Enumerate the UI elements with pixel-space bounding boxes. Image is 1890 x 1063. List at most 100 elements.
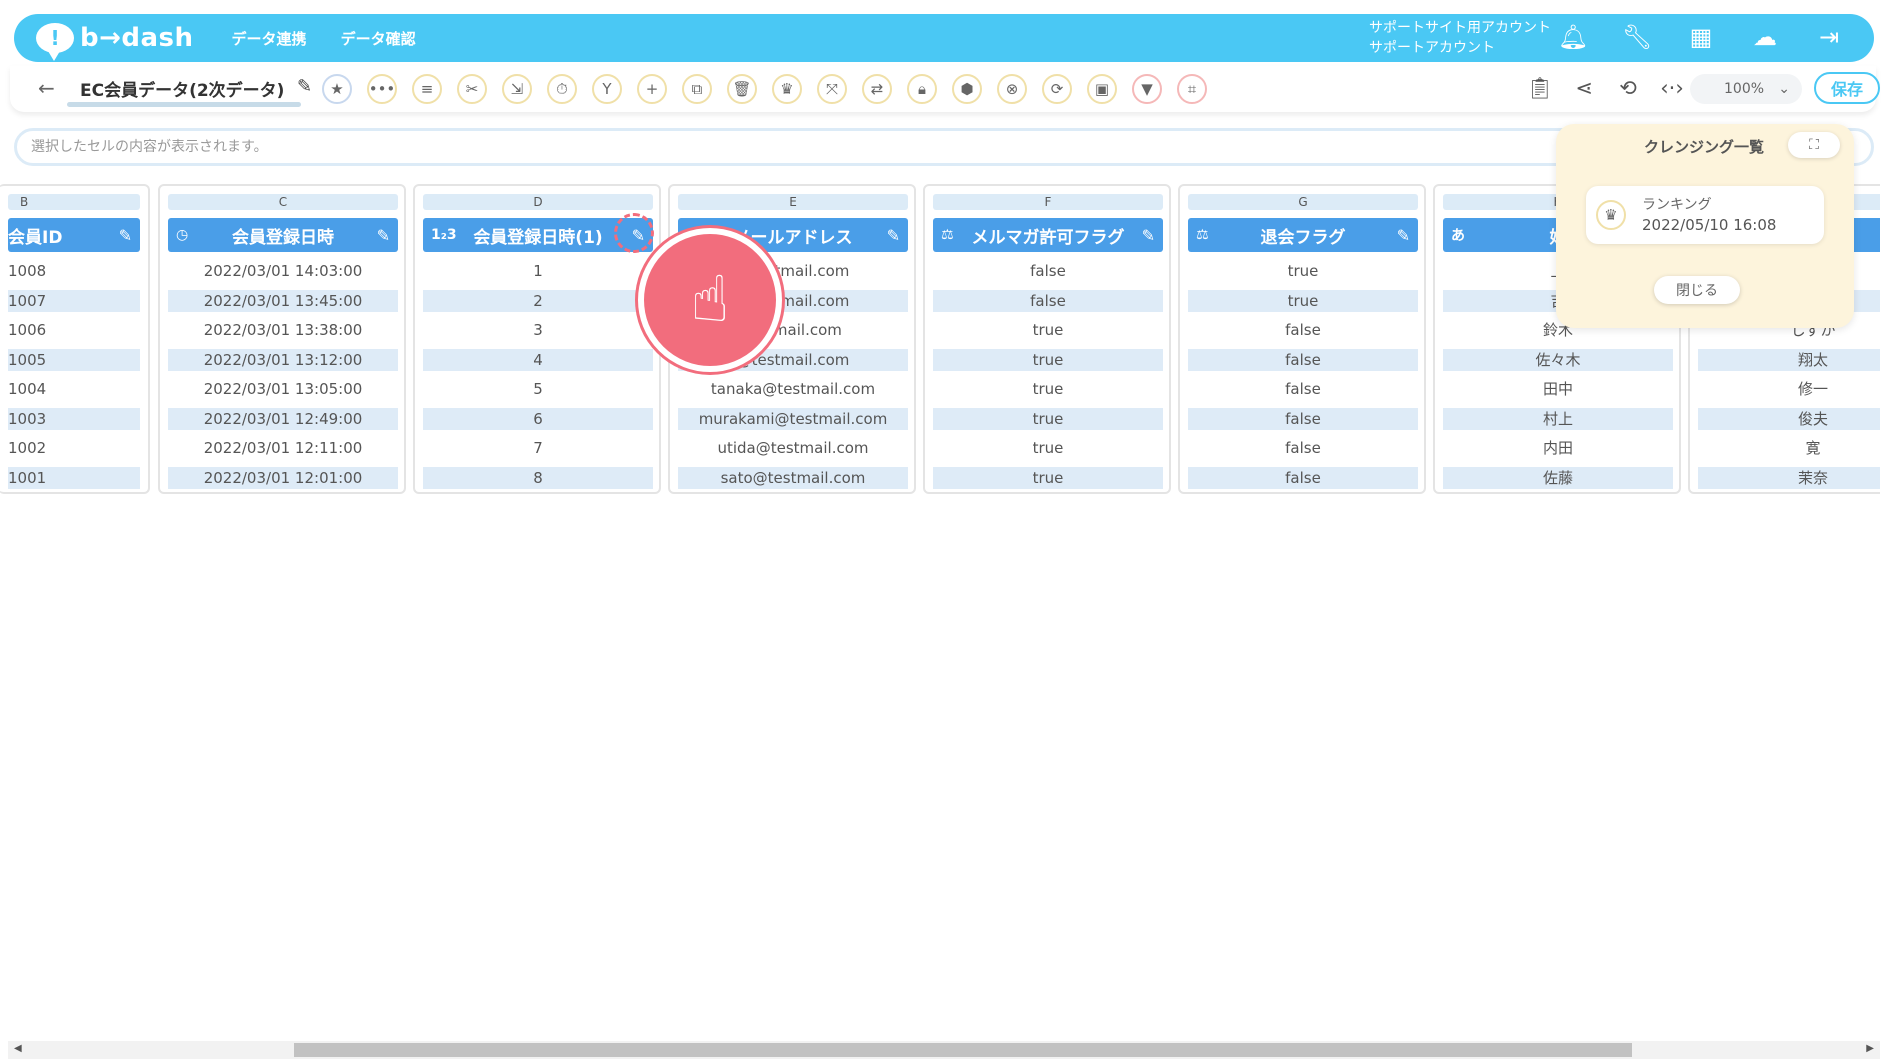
- table-cell[interactable]: 1001: [8, 467, 140, 489]
- table-cell[interactable]: 2022/03/01 13:12:00: [168, 349, 398, 371]
- box-icon[interactable]: ⬢: [952, 74, 982, 104]
- table-cell[interactable]: 翔太: [1698, 349, 1880, 371]
- table-cell[interactable]: 2022/03/01 13:38:00: [168, 319, 398, 341]
- table-cell[interactable]: 2022/03/01 14:03:00: [168, 260, 398, 282]
- refresh-icon[interactable]: ⟲: [1614, 74, 1642, 102]
- save-button[interactable]: 保存: [1814, 72, 1880, 104]
- table-cell[interactable]: 修一: [1698, 378, 1880, 400]
- cell-content-input[interactable]: [31, 137, 1531, 157]
- table-cell[interactable]: 1003: [8, 408, 140, 430]
- table-cell[interactable]: 茉奈: [1698, 467, 1880, 489]
- table-cell[interactable]: false: [1188, 319, 1418, 341]
- timer-icon[interactable]: ⏱: [547, 74, 577, 104]
- star-icon[interactable]: ★: [322, 74, 352, 104]
- plus-icon[interactable]: +: [637, 74, 667, 104]
- expand-icon[interactable]: ⤧: [817, 74, 847, 104]
- table-cell[interactable]: tanaka@testmail.com: [678, 378, 908, 400]
- table-cell[interactable]: 内田: [1443, 437, 1673, 459]
- pencil-icon[interactable]: ✎: [887, 226, 900, 245]
- column-header[interactable]: ◷ 会員登録日時 ✎: [168, 218, 398, 252]
- table-cell[interactable]: true: [933, 437, 1163, 459]
- table-cell[interactable]: 5: [423, 378, 653, 400]
- table-cell[interactable]: 2022/03/01 12:49:00: [168, 408, 398, 430]
- table-cell[interactable]: 1002: [8, 437, 140, 459]
- table-cell[interactable]: 1: [423, 260, 653, 282]
- table-cell[interactable]: 6: [423, 408, 653, 430]
- table-cell[interactable]: true: [933, 408, 1163, 430]
- table-cell[interactable]: 1006: [8, 319, 140, 341]
- share-icon[interactable]: ⋖: [1570, 74, 1598, 102]
- dictionary-icon[interactable]: ⌗: [1177, 74, 1207, 104]
- table-cell[interactable]: 1007: [8, 290, 140, 312]
- table-cell[interactable]: 佐々木: [1443, 349, 1673, 371]
- table-cell[interactable]: false: [933, 260, 1163, 282]
- list-icon[interactable]: ≡: [412, 74, 442, 104]
- table-cell[interactable]: true: [933, 378, 1163, 400]
- column-header[interactable]: ⚖ 退会フラグ ✎: [1188, 218, 1418, 252]
- trash-icon[interactable]: 🗑︎: [727, 74, 757, 104]
- table-cell[interactable]: true: [933, 467, 1163, 489]
- column-header[interactable]: 会員ID ✎: [8, 218, 140, 252]
- table-cell[interactable]: false: [1188, 437, 1418, 459]
- table-cell[interactable]: 1008: [8, 260, 140, 282]
- nav-data-integration[interactable]: データ連携: [232, 28, 307, 49]
- cleansing-item[interactable]: ♛ ランキング 2022/05/10 16:08: [1586, 186, 1824, 244]
- expand-icon[interactable]: ⛶: [1788, 132, 1840, 158]
- pencil-icon[interactable]: ✎: [1142, 226, 1155, 245]
- table-cell[interactable]: 3: [423, 319, 653, 341]
- chat-icon[interactable]: ☁: [1750, 22, 1780, 52]
- pencil-icon[interactable]: ✎: [1397, 226, 1410, 245]
- more-icon[interactable]: •••: [367, 74, 397, 104]
- nav-data-check[interactable]: データ確認: [341, 28, 416, 49]
- lock-icon[interactable]: 🔒︎: [907, 74, 937, 104]
- table-cell[interactable]: 2022/03/01 12:11:00: [168, 437, 398, 459]
- table-cell[interactable]: 佐藤: [1443, 467, 1673, 489]
- code-icon[interactable]: ‹·›: [1658, 74, 1686, 102]
- filter-icon[interactable]: ▼: [1132, 74, 1162, 104]
- table-cell[interactable]: 1004: [8, 378, 140, 400]
- table-cell[interactable]: false: [1188, 349, 1418, 371]
- column-header[interactable]: ⚖ メルマガ許可フラグ ✎: [933, 218, 1163, 252]
- table-cell[interactable]: true: [1188, 260, 1418, 282]
- scroll-left-arrow-icon[interactable]: ◀: [14, 1043, 22, 1054]
- scissors-icon[interactable]: ✂: [457, 74, 487, 104]
- table-cell[interactable]: 8: [423, 467, 653, 489]
- table-cell[interactable]: 2022/03/01 13:05:00: [168, 378, 398, 400]
- edit-title-pencil-icon[interactable]: ✎: [297, 76, 312, 97]
- account-info[interactable]: サポートサイト用アカウント サポートアカウント: [1369, 18, 1551, 58]
- table-cell[interactable]: true: [1188, 290, 1418, 312]
- table-cell[interactable]: 2: [423, 290, 653, 312]
- table-cell[interactable]: 俊夫: [1698, 408, 1880, 430]
- zoom-select[interactable]: 100% ⌄: [1690, 74, 1802, 104]
- horizontal-scrollbar[interactable]: ◀ ▶: [8, 1041, 1880, 1059]
- clipboard-icon[interactable]: 📋︎: [1526, 74, 1554, 102]
- table-cell[interactable]: utida@testmail.com: [678, 437, 908, 459]
- table-cell[interactable]: 2022/03/01 13:45:00: [168, 290, 398, 312]
- table-cell[interactable]: false: [933, 290, 1163, 312]
- pencil-icon[interactable]: ✎: [377, 226, 390, 245]
- wrench-icon[interactable]: 🔧︎: [1622, 22, 1652, 52]
- logo[interactable]: ! b→dash: [36, 23, 194, 61]
- repeat-icon[interactable]: ⇄: [862, 74, 892, 104]
- table-cell[interactable]: true: [933, 319, 1163, 341]
- branch-icon[interactable]: Y: [592, 74, 622, 104]
- table-cell[interactable]: 1005: [8, 349, 140, 371]
- table-cell[interactable]: false: [1188, 408, 1418, 430]
- table-cell[interactable]: sato@testmail.com: [678, 467, 908, 489]
- logout-icon[interactable]: ⇥: [1814, 22, 1844, 52]
- table-cell[interactable]: 4: [423, 349, 653, 371]
- table-cell[interactable]: true: [933, 349, 1163, 371]
- table-cell[interactable]: 寛: [1698, 437, 1880, 459]
- merge-icon[interactable]: ⇲: [502, 74, 532, 104]
- table-cell[interactable]: 2022/03/01 12:01:00: [168, 467, 398, 489]
- crown-icon[interactable]: ♛: [772, 74, 802, 104]
- scroll-right-arrow-icon[interactable]: ▶: [1866, 1043, 1874, 1054]
- table-cell[interactable]: 村上: [1443, 408, 1673, 430]
- bell-icon[interactable]: 🔔︎: [1558, 22, 1588, 52]
- table-cell[interactable]: false: [1188, 378, 1418, 400]
- pencil-icon[interactable]: ✎: [119, 226, 132, 245]
- table-cell[interactable]: murakami@testmail.com: [678, 408, 908, 430]
- table-cell[interactable]: 田中: [1443, 378, 1673, 400]
- table-cell[interactable]: 7: [423, 437, 653, 459]
- table-cell[interactable]: false: [1188, 467, 1418, 489]
